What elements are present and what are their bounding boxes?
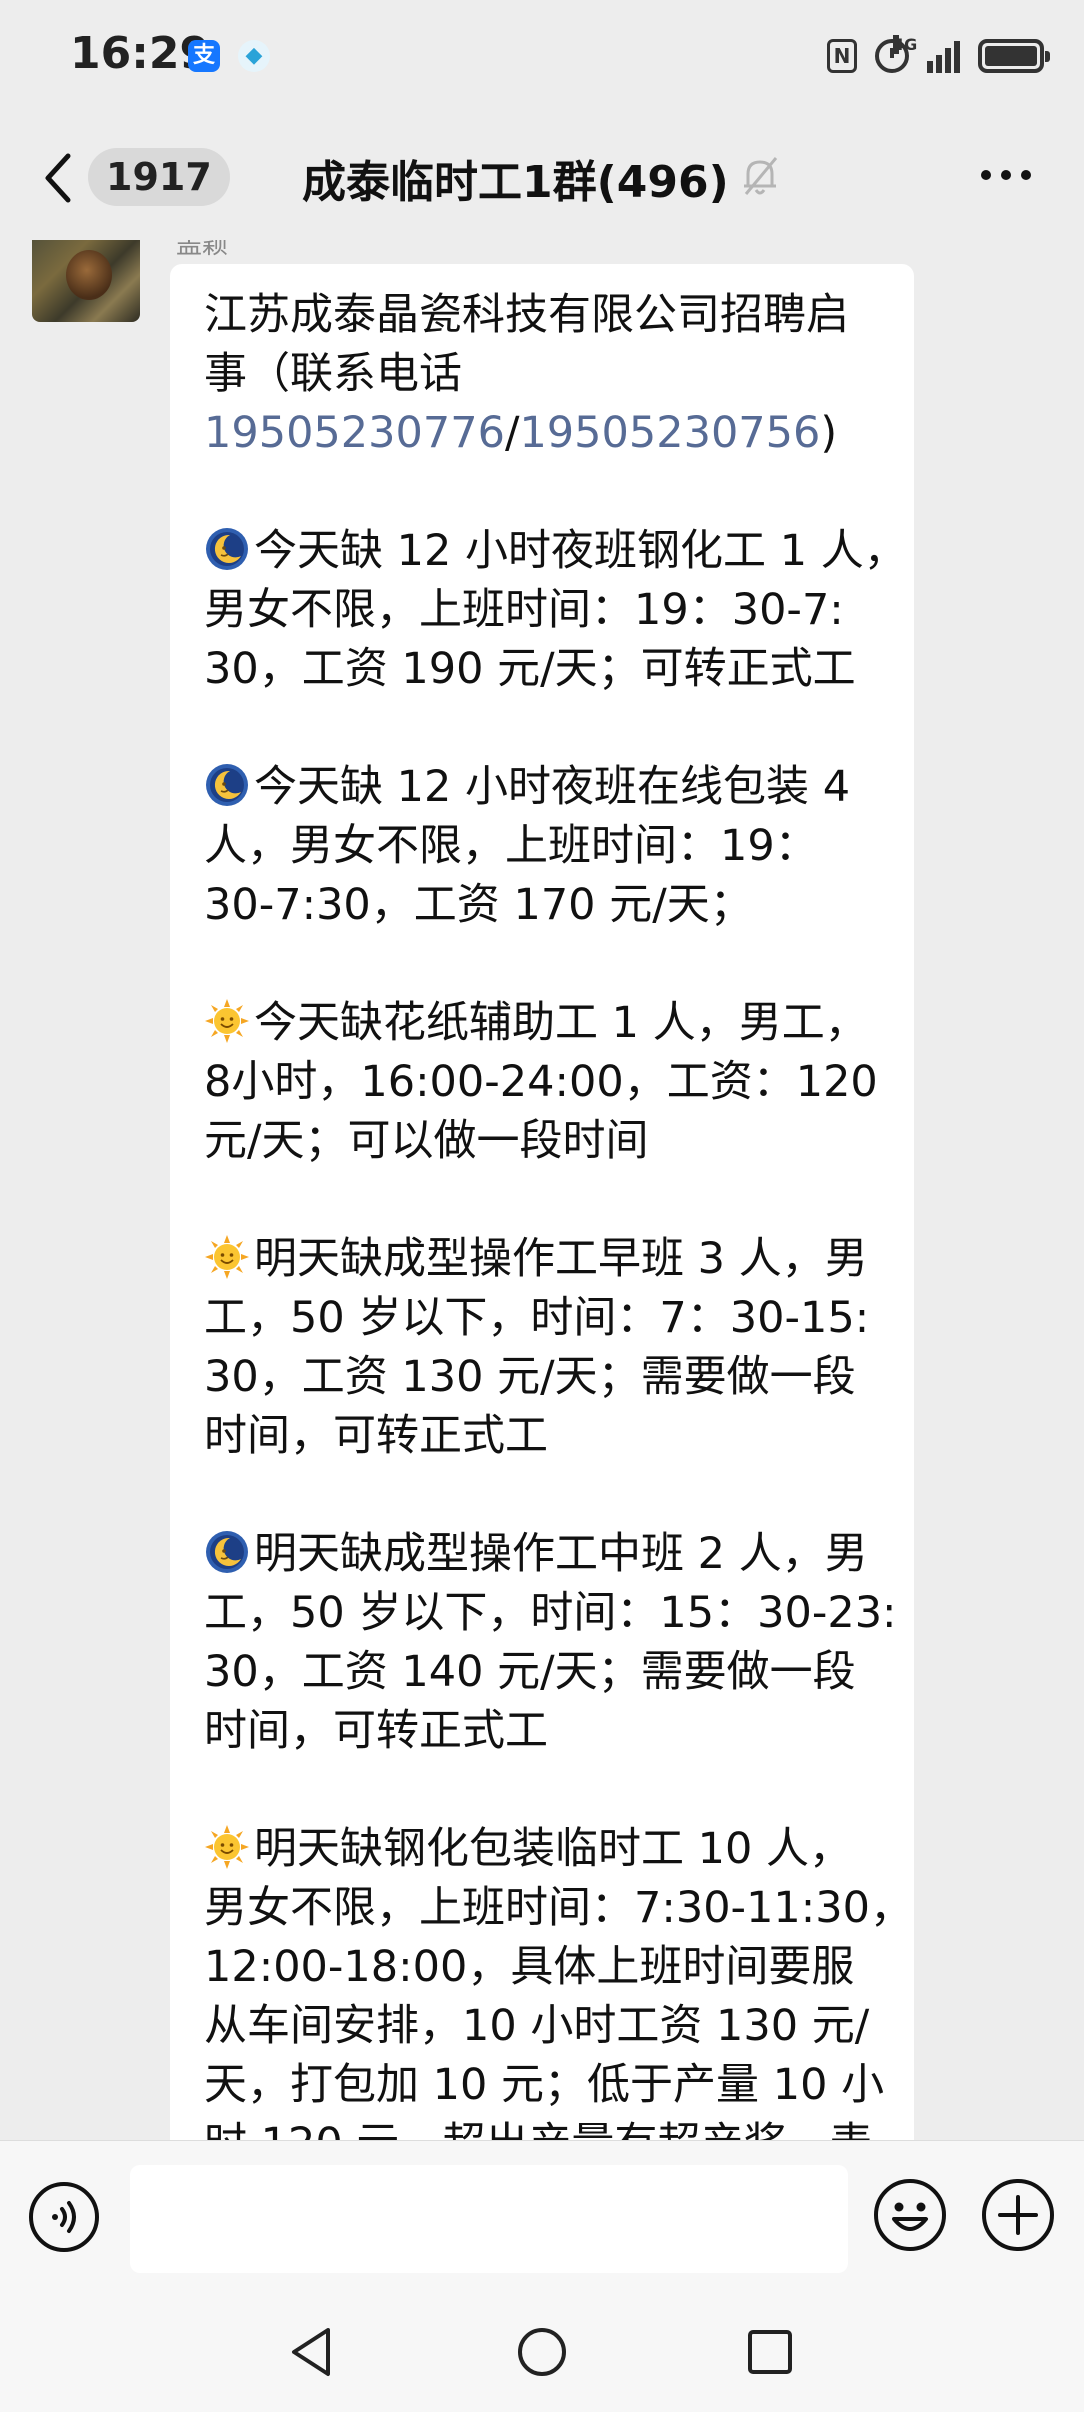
line-text: 从车间安排，10 小时工资 130 元/ bbox=[204, 2001, 870, 2051]
message-line: 男女不限，上班时间：19：30-7: bbox=[204, 581, 884, 640]
phone-link[interactable]: 19505230756 bbox=[519, 408, 820, 458]
line-text: 时间，可转正式工 bbox=[204, 1706, 548, 1756]
moon-emoji-icon bbox=[204, 1529, 250, 1575]
message-line: 江苏成泰晶瓷科技有限公司招聘启 bbox=[204, 286, 884, 345]
voice-icon[interactable] bbox=[28, 2181, 100, 2253]
line-text: 今天缺花纸辅助工 1 人，男工， bbox=[254, 998, 868, 1048]
emoji-icon[interactable] bbox=[872, 2177, 948, 2253]
status-icons: N 4G bbox=[827, 34, 1050, 78]
line-text: 男女不限，上班时间：19：30-7: bbox=[204, 585, 844, 635]
message-line: 时间，可转正式工 bbox=[204, 1407, 884, 1466]
line-text: 12:00-18:00，具体上班时间要服 bbox=[204, 1942, 855, 1992]
message-line: 明天缺成型操作工早班 3 人，男 bbox=[204, 1230, 884, 1289]
app-icon: ◆ bbox=[238, 40, 270, 72]
sun-emoji-icon bbox=[204, 998, 250, 1044]
line-text: 今天缺 12 小时夜班钢化工 1 人， bbox=[254, 526, 907, 576]
chat-title: 成泰临时工1群(496) bbox=[302, 157, 729, 208]
message-line bbox=[204, 699, 884, 758]
message-bubble[interactable]: 江苏成泰晶瓷科技有限公司招聘启 事（联系电话 19505230776/1950523… bbox=[170, 264, 914, 2140]
message-line bbox=[204, 1761, 884, 1820]
moon-emoji-icon bbox=[204, 762, 250, 808]
message-line: 明天缺成型操作工中班 2 人，男 bbox=[204, 1525, 884, 1584]
mute-bell-icon bbox=[740, 154, 780, 198]
unread-count-badge[interactable]: 1917 bbox=[88, 148, 230, 206]
network-label: 4G bbox=[893, 35, 918, 54]
system-nav-bar bbox=[0, 2290, 1084, 2412]
message-line bbox=[204, 463, 884, 522]
message-line: 事（联系电话 bbox=[204, 345, 884, 404]
moon-emoji-icon bbox=[204, 526, 250, 572]
more-icon[interactable] bbox=[978, 160, 1034, 190]
message-line: 天，打包加 10 元；低于产量 10 小 bbox=[204, 2056, 884, 2115]
message-line bbox=[204, 935, 884, 994]
message-line: 时间，可转正式工 bbox=[204, 1702, 884, 1761]
alipay-icon: 支 bbox=[188, 40, 220, 72]
line-text: 事（联系电话 bbox=[204, 349, 462, 399]
line-text: 明天缺钢化包装临时工 10 人， bbox=[254, 1824, 853, 1874]
line-text: 时 120 元，超出产量有超产奖，表 bbox=[204, 2119, 872, 2140]
message-line: 19505230776/19505230756) bbox=[204, 404, 884, 463]
input-bar bbox=[0, 2140, 1084, 2291]
line-text: 30，工资 140 元/天；需要做一段 bbox=[204, 1647, 856, 1697]
line-text: 明天缺成型操作工中班 2 人，男 bbox=[254, 1529, 868, 1579]
message-line: 今天缺花纸辅助工 1 人，男工， bbox=[204, 994, 884, 1053]
sun-emoji-icon bbox=[204, 1824, 250, 1870]
message-line: 30，工资 190 元/天；可转正式工 bbox=[204, 640, 884, 699]
line-text: 男女不限，上班时间：7:30-11:30， bbox=[204, 1883, 913, 1933]
message-input[interactable] bbox=[130, 2165, 848, 2273]
line-text: 今天缺 12 小时夜班在线包装 4 bbox=[254, 762, 851, 812]
line-text: 30，工资 190 元/天；可转正式工 bbox=[204, 644, 856, 694]
message-line: 今天缺 12 小时夜班在线包装 4 bbox=[204, 758, 884, 817]
message-line: 30，工资 130 元/天；需要做一段 bbox=[204, 1348, 884, 1407]
line-text: 30，工资 130 元/天；需要做一段 bbox=[204, 1352, 856, 1402]
message-line: 12:00-18:00，具体上班时间要服 bbox=[204, 1938, 884, 1997]
line-text: 30-7:30，工资 170 元/天； bbox=[204, 880, 753, 930]
phone-link[interactable]: 19505230776 bbox=[204, 408, 505, 458]
message-line: 工，50 岁以下，时间：15：30-23: bbox=[204, 1584, 897, 1643]
message-line: 今天缺 12 小时夜班钢化工 1 人， bbox=[204, 522, 907, 581]
line-text: 天，打包加 10 元；低于产量 10 小 bbox=[204, 2060, 885, 2110]
line-text: 工，50 岁以下，时间：7：30-15: bbox=[204, 1293, 870, 1343]
message-line: 元/天；可以做一段时间 bbox=[204, 1112, 884, 1171]
message-line: 30-7:30，工资 170 元/天； bbox=[204, 876, 884, 935]
message-line: 从车间安排，10 小时工资 130 元/ bbox=[204, 1997, 884, 2056]
line-text: 元/天；可以做一段时间 bbox=[204, 1116, 649, 1166]
sender-name: 盖颖 bbox=[176, 240, 229, 260]
message-line bbox=[204, 1466, 884, 1525]
message-line: 8小时，16:00-24:00，工资：120 bbox=[204, 1053, 884, 1112]
line-text: 时间，可转正式工 bbox=[204, 1411, 548, 1461]
line-text: 8小时，16:00-24:00，工资：120 bbox=[204, 1057, 878, 1107]
message-line: 30，工资 140 元/天；需要做一段 bbox=[204, 1643, 884, 1702]
status-bar: 16:29 支 ◆ N 4G bbox=[0, 0, 1084, 110]
message-line bbox=[204, 1171, 884, 1230]
message-line: 男女不限，上班时间：7:30-11:30， bbox=[204, 1879, 913, 1938]
nav-home-icon[interactable] bbox=[512, 2322, 572, 2382]
sender-avatar[interactable] bbox=[32, 240, 140, 322]
sun-emoji-icon bbox=[204, 1234, 250, 1280]
line-text: 人，男女不限，上班时间：19： bbox=[204, 821, 818, 871]
plus-icon[interactable] bbox=[980, 2177, 1056, 2253]
line-text: 明天缺成型操作工早班 3 人，男 bbox=[254, 1234, 868, 1284]
message-line: 时 120 元，超出产量有超产奖，表 bbox=[204, 2115, 884, 2140]
message-line: 人，男女不限，上班时间：19： bbox=[204, 817, 884, 876]
chat-area[interactable]: 盖颖 江苏成泰晶瓷科技有限公司招聘启 事（联系电话 19505230776/1950… bbox=[0, 240, 1084, 2140]
line-text: ) bbox=[820, 408, 838, 458]
nfc-icon: N bbox=[827, 39, 857, 73]
nav-recents-icon[interactable] bbox=[740, 2322, 800, 2382]
line-text: 江苏成泰晶瓷科技有限公司招聘启 bbox=[204, 290, 849, 340]
message-line: 明天缺钢化包装临时工 10 人， bbox=[204, 1820, 884, 1879]
phone-separator: / bbox=[504, 408, 520, 458]
back-icon[interactable] bbox=[40, 148, 80, 208]
message-line: 工，50 岁以下，时间：7：30-15: bbox=[204, 1289, 884, 1348]
nav-back-icon[interactable] bbox=[282, 2322, 342, 2382]
chat-header: 1917 成泰临时工1群(496) bbox=[0, 110, 1084, 240]
line-text: 工，50 岁以下，时间：15：30-23: bbox=[204, 1588, 897, 1638]
battery-icon bbox=[978, 39, 1050, 73]
signal-icon: 4G bbox=[893, 35, 960, 73]
